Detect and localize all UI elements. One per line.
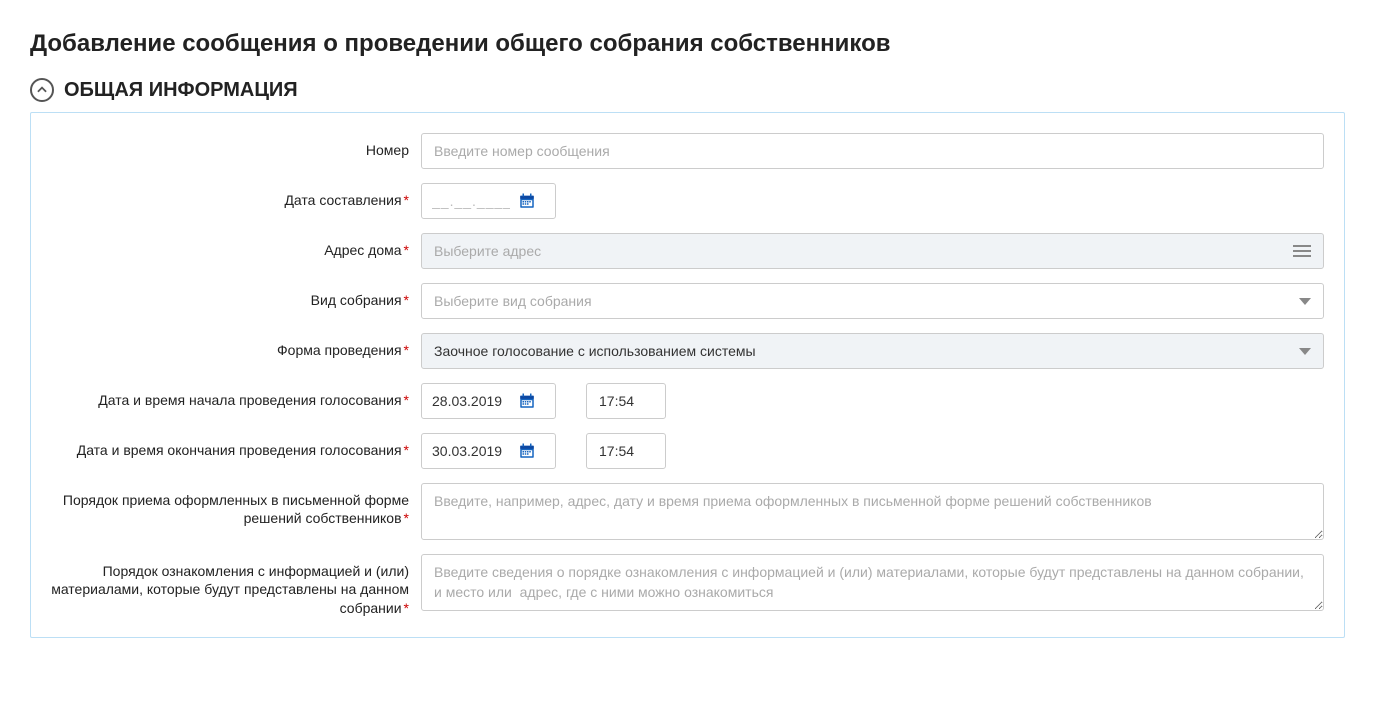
address-placeholder: Выберите адрес <box>434 243 541 259</box>
meeting-type-select[interactable]: Выберите вид собрания <box>421 283 1324 319</box>
caret-down-icon <box>1299 348 1311 355</box>
label-written-decisions: Порядок приема оформленных в письменной … <box>51 483 421 527</box>
section-header-toggle[interactable]: ОБЩАЯ ИНФОРМАЦИЯ <box>30 78 1345 102</box>
written-decisions-textarea[interactable] <box>421 483 1324 540</box>
end-date-picker[interactable] <box>421 433 556 469</box>
info-access-textarea[interactable] <box>421 554 1324 611</box>
row-address: Адрес дома* Выберите адрес <box>51 233 1324 269</box>
general-info-panel: Номер Дата составления* Адрес дома* Выбе… <box>30 112 1345 638</box>
caret-down-icon <box>1299 298 1311 305</box>
start-time-input[interactable]: 17:54 <box>586 383 666 419</box>
end-time-input[interactable]: 17:54 <box>586 433 666 469</box>
label-number: Номер <box>51 133 421 159</box>
label-form: Форма проведения* <box>51 333 421 359</box>
date-created-picker[interactable] <box>421 183 556 219</box>
row-form: Форма проведения* Заочное голосование с … <box>51 333 1324 369</box>
start-date-input[interactable] <box>432 385 510 417</box>
label-meeting-type: Вид собрания* <box>51 283 421 309</box>
row-start: Дата и время начала проведения голосован… <box>51 383 1324 419</box>
calendar-icon[interactable] <box>518 192 536 210</box>
hamburger-icon <box>1293 245 1311 257</box>
label-address: Адрес дома* <box>51 233 421 259</box>
address-select[interactable]: Выберите адрес <box>421 233 1324 269</box>
section-title: ОБЩАЯ ИНФОРМАЦИЯ <box>64 79 298 102</box>
date-created-input[interactable] <box>432 185 510 217</box>
calendar-icon[interactable] <box>518 392 536 410</box>
calendar-icon[interactable] <box>518 442 536 460</box>
row-meeting-type: Вид собрания* Выберите вид собрания <box>51 283 1324 319</box>
label-date-created: Дата составления* <box>51 183 421 209</box>
end-date-input[interactable] <box>432 435 510 467</box>
label-info-access: Порядок ознакомления с информацией и (ил… <box>51 554 421 617</box>
label-start: Дата и время начала проведения голосован… <box>51 383 421 409</box>
row-number: Номер <box>51 133 1324 169</box>
label-end: Дата и время окончания проведения голосо… <box>51 433 421 459</box>
page-title: Добавление сообщения о проведении общего… <box>30 30 1345 58</box>
row-written-decisions: Порядок приема оформленных в письменной … <box>51 483 1324 540</box>
chevron-up-icon <box>30 78 54 102</box>
meeting-type-placeholder: Выберите вид собрания <box>434 293 592 309</box>
form-value: Заочное голосование с использованием сис… <box>434 343 756 359</box>
number-input[interactable] <box>421 133 1324 169</box>
start-date-picker[interactable] <box>421 383 556 419</box>
row-info-access: Порядок ознакомления с информацией и (ил… <box>51 554 1324 617</box>
form-select[interactable]: Заочное голосование с использованием сис… <box>421 333 1324 369</box>
row-end: Дата и время окончания проведения голосо… <box>51 433 1324 469</box>
row-date-created: Дата составления* <box>51 183 1324 219</box>
